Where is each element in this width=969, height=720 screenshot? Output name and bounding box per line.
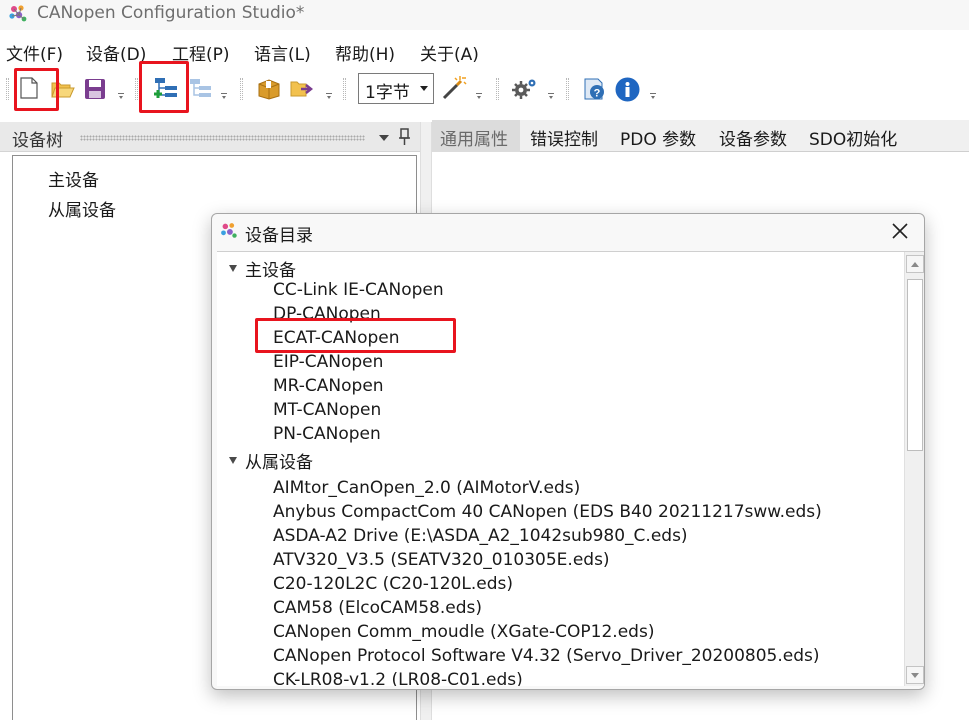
pin-icon[interactable] [398, 128, 412, 146]
expand-arrow-icon[interactable] [229, 457, 237, 464]
export-dropdown-icon[interactable] [326, 93, 334, 101]
expand-arrow-icon[interactable] [229, 265, 237, 272]
export-icon[interactable] [289, 78, 313, 100]
highlight-new-file [14, 68, 59, 111]
catalog-item[interactable]: CC-Link IE-CANopen [273, 280, 444, 300]
catalog-item[interactable]: CAM58 (ElcoCAM58.eds) [273, 598, 482, 618]
help-icon[interactable]: ? [584, 77, 606, 101]
pane-grip[interactable] [80, 135, 365, 141]
tree-node-slave[interactable]: 从属设备 [48, 196, 116, 221]
settings-dropdown-icon[interactable] [548, 93, 556, 101]
info-icon[interactable] [615, 77, 640, 102]
dialog-title: 设备目录 [245, 226, 313, 246]
app-logo-icon [9, 5, 27, 22]
menu-about[interactable]: 关于(A) [420, 40, 479, 65]
device-catalog-dialog: 设备目录 主设备 CC-Link IE-CANopen DP-CANopen E… [211, 213, 925, 690]
device-tree-header: 设备树 [0, 122, 420, 152]
catalog-item[interactable]: ATV320_V3.5 (SEATV320_010305E.eds) [273, 550, 610, 570]
tab-device-parameters[interactable]: 设备参数 [719, 120, 787, 152]
scroll-thumb[interactable] [907, 279, 923, 451]
catalog-item[interactable]: EIP-CANopen [273, 352, 383, 372]
catalog-item[interactable]: AIMtor_CanOpen_2.0 (AIMotorV.eds) [273, 478, 580, 498]
toolbar-separator [343, 78, 346, 100]
group-slave[interactable]: 从属设备 [245, 448, 313, 473]
app-logo-icon [221, 223, 237, 238]
catalog-item[interactable]: ASDA-A2 Drive (E:\ASDA_A2_1042sub980_C.e… [273, 526, 688, 546]
tree-node-master[interactable]: 主设备 [48, 166, 99, 191]
device-dropdown-icon[interactable] [221, 93, 229, 101]
svg-text:?: ? [594, 88, 601, 100]
title-bar: CANopen Configuration Studio* [0, 0, 969, 30]
remove-device-icon[interactable] [188, 78, 212, 100]
catalog-item[interactable]: MT-CANopen [273, 400, 381, 420]
catalog-item[interactable]: CK-LR08-v1.2 (LR08-C01.eds) [273, 670, 523, 686]
tab-general-properties[interactable]: 通用属性 [432, 120, 520, 152]
catalog-item[interactable]: Anybus CompactCom 40 CANopen (EDS B40 20… [273, 502, 822, 522]
device-tree-title: 设备树 [12, 131, 63, 151]
highlight-add-device [139, 61, 189, 113]
group-master[interactable]: 主设备 [245, 256, 296, 281]
highlight-ecat-item [255, 318, 456, 353]
toolbar-separator [566, 78, 569, 100]
window-title: CANopen Configuration Studio* [37, 3, 305, 23]
chevron-down-icon [420, 86, 428, 91]
toolbar-grip [6, 78, 9, 100]
scroll-up-button[interactable] [906, 255, 924, 273]
tab-error-control[interactable]: 错误控制 [530, 120, 598, 152]
wand-dropdown-icon[interactable] [476, 93, 484, 101]
pane-menu-icon[interactable] [379, 135, 389, 141]
catalog-item[interactable]: C20-120L2C (C20-120L.eds) [273, 574, 513, 594]
package-icon[interactable] [257, 78, 281, 100]
vertical-scrollbar[interactable] [904, 252, 924, 686]
catalog-item[interactable]: PN-CANopen [273, 424, 381, 444]
catalog-item[interactable]: CANopen Comm_moudle (XGate-COP12.eds) [273, 622, 654, 642]
magic-wand-icon[interactable] [441, 75, 467, 101]
close-icon[interactable] [891, 222, 909, 240]
menu-help[interactable]: 帮助(H) [335, 40, 395, 65]
property-tabs: 通用属性 错误控制 PDO 参数 设备参数 SDO初始化 [432, 120, 969, 152]
menu-language[interactable]: 语言(L) [254, 40, 311, 65]
scroll-down-button[interactable] [906, 666, 924, 684]
toolbar-separator [240, 78, 243, 100]
info-dropdown-icon[interactable] [650, 93, 658, 101]
toolbar-separator [496, 78, 499, 100]
toolbar-separator [135, 78, 138, 100]
catalog-item[interactable]: MR-CANopen [273, 376, 384, 396]
catalog-item[interactable]: CANopen Protocol Software V4.32 (Servo_D… [273, 646, 820, 666]
save-dropdown-icon[interactable] [118, 93, 126, 101]
tab-sdo-init[interactable]: SDO初始化 [809, 120, 897, 152]
settings-gear-icon[interactable] [512, 77, 538, 101]
byte-width-select[interactable]: 1字节 [358, 73, 434, 104]
byte-width-value: 1字节 [365, 83, 410, 103]
device-catalog-tree: 主设备 CC-Link IE-CANopen DP-CANopen ECAT-C… [217, 251, 924, 686]
tab-pdo-parameters[interactable]: PDO 参数 [620, 120, 696, 152]
save-icon[interactable] [84, 78, 106, 100]
menu-file[interactable]: 文件(F) [6, 40, 63, 65]
menu-device[interactable]: 设备(D) [86, 40, 146, 65]
